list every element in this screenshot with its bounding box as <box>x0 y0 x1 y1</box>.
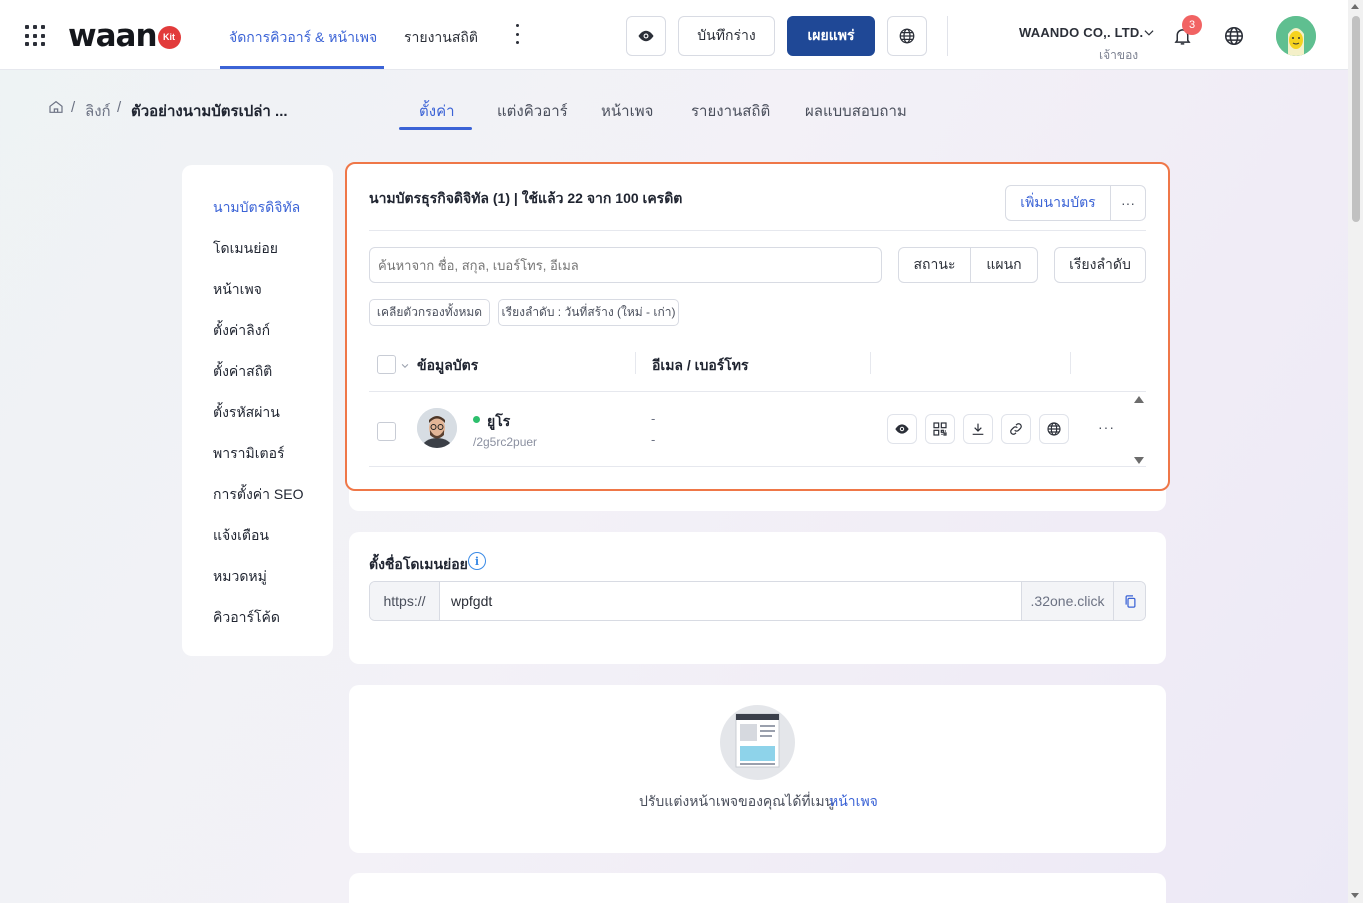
eye-icon <box>638 30 654 42</box>
sidebar-item-stats-settings[interactable]: ตั้งค่าสถิติ <box>213 361 272 383</box>
download-icon <box>972 423 984 435</box>
row-checkbox[interactable] <box>377 422 396 441</box>
column-separator <box>635 352 636 374</box>
home-icon[interactable] <box>48 99 64 115</box>
logo-badge: Kit <box>157 25 181 49</box>
info-icon[interactable]: i <box>468 552 486 570</box>
sort-info-chip[interactable]: เรียงลำดับ : วันที่สร้าง (ใหม่ - เก่า) <box>498 299 679 326</box>
card-phone: - <box>651 432 656 447</box>
subdomain-field: https:// wpfgdt .32one.click <box>369 581 1146 621</box>
nav-active-indicator <box>220 66 384 69</box>
breadcrumb-current: ตัวอย่างนามบัตรเปล่า ... <box>131 103 288 120</box>
qr-code-icon <box>933 422 947 436</box>
column-separator <box>1070 352 1071 374</box>
page-menu-link[interactable]: หน้าเพจ <box>829 791 878 813</box>
globe-icon[interactable] <box>1223 25 1245 47</box>
breadcrumb-separator: / <box>71 99 76 116</box>
preview-button[interactable] <box>626 16 666 56</box>
card-name[interactable]: ยูโร <box>487 411 510 433</box>
row-divider <box>369 466 1146 467</box>
language-button[interactable] <box>887 16 927 56</box>
subdomain-input[interactable]: wpfgdt <box>451 593 492 609</box>
scroll-up-arrow-icon[interactable] <box>1351 4 1359 9</box>
table-header-divider <box>369 391 1146 392</box>
column-header-card-info: ข้อมูลบัตร <box>417 357 479 373</box>
tab-survey[interactable]: ผลแบบสอบถาม <box>805 99 907 123</box>
save-draft-button[interactable]: บันทึกร่าง <box>678 16 775 56</box>
sidebar-item-page[interactable]: หน้าเพจ <box>213 279 262 301</box>
scroll-down-arrow-icon[interactable] <box>1351 893 1359 898</box>
publish-button[interactable]: เผยแพร่ <box>787 16 875 56</box>
nav-manage-qr[interactable]: จัดการคิวอาร์ & หน้าเพจ <box>229 27 377 49</box>
column-separator <box>870 352 871 374</box>
add-card-button[interactable]: เพิ่มนามบัตร <box>1005 185 1111 221</box>
sort-button[interactable]: เรียงลำดับ <box>1054 247 1146 283</box>
clear-filters-chip[interactable]: เคลียตัวกรองทั้งหมด <box>369 299 490 326</box>
row-more-button[interactable]: ··· <box>1098 419 1115 435</box>
url-prefix: https:// <box>370 582 440 620</box>
tab-settings[interactable]: ตั้งค่า <box>419 99 455 123</box>
nav-stats[interactable]: รายงานสถิติ <box>404 27 478 49</box>
chevron-down-icon[interactable] <box>400 361 410 371</box>
general-info-card <box>349 873 1166 903</box>
filter-department-button[interactable]: แผนก <box>970 247 1038 283</box>
sidebar-item-parameters[interactable]: พารามิเตอร์ <box>213 443 285 465</box>
globe-icon <box>1047 422 1061 436</box>
online-status-dot <box>473 416 480 423</box>
column-header-contact: อีเมล / เบอร์โทร <box>652 357 749 373</box>
subdomain-title: ตั้งชื่อโดเมนย่อย <box>369 556 468 572</box>
breadcrumb-separator: / <box>117 99 122 116</box>
download-button[interactable] <box>963 414 993 444</box>
copy-icon <box>1125 594 1135 608</box>
logo-text: waan <box>68 18 158 54</box>
digital-cards-title: นามบัตรธุรกิจดิจิทัล (1) | ใช้แล้ว 22 จา… <box>369 190 683 206</box>
user-avatar[interactable] <box>1276 16 1316 56</box>
sidebar-item-seo[interactable]: การตั้งค่า SEO <box>213 484 303 506</box>
settings-side-menu: นามบัตรดิจิทัล โดเมนย่อย หน้าเพจ ตั้งค่า… <box>182 165 333 656</box>
sidebar-item-subdomain[interactable]: โดเมนย่อย <box>213 238 278 260</box>
more-vertical-icon[interactable] <box>516 24 520 44</box>
table-scroll-down-icon[interactable] <box>1134 457 1144 464</box>
eye-icon <box>895 424 909 434</box>
sidebar-item-link-settings[interactable]: ตั้งค่าลิงก์ <box>213 320 270 342</box>
sidebar-item-categories[interactable]: หมวดหมู่ <box>213 566 267 588</box>
search-input[interactable] <box>369 247 882 283</box>
card-email: - <box>651 411 656 426</box>
sidebar-item-digital-card[interactable]: นามบัตรดิจิทัล <box>213 197 300 219</box>
tab-stats[interactable]: รายงานสถิติ <box>691 99 770 123</box>
top-bar: waan Kit จัดการคิวอาร์ & หน้าเพจ รายงานส… <box>0 0 1348 70</box>
open-web-button[interactable] <box>1039 414 1069 444</box>
copy-url-button[interactable] <box>1113 582 1145 620</box>
page-scrollbar-thumb[interactable] <box>1352 16 1360 222</box>
select-all-checkbox[interactable] <box>377 355 396 374</box>
breadcrumb-link[interactable]: ลิงก์ <box>85 99 111 123</box>
card-avatar <box>417 408 457 448</box>
view-card-button[interactable] <box>887 414 917 444</box>
globe-icon <box>899 28 915 44</box>
cards-more-button[interactable]: ··· <box>1110 185 1146 221</box>
tab-customize-qr[interactable]: แต่งคิวอาร์ <box>497 99 568 123</box>
table-scroll-up-icon[interactable] <box>1134 396 1144 403</box>
user-role: เจ้าของ <box>1099 48 1139 62</box>
notification-badge: 3 <box>1182 15 1202 35</box>
topbar-divider <box>947 16 948 56</box>
card-slug: /2g5rc2puer <box>473 435 538 449</box>
tab-active-indicator <box>399 127 472 130</box>
qr-code-button[interactable] <box>925 414 955 444</box>
company-name[interactable]: WAANDO CO,. LTD. <box>1019 25 1143 40</box>
section-divider <box>369 230 1146 231</box>
page-illustration-icon <box>720 705 795 780</box>
copy-link-button[interactable] <box>1001 414 1031 444</box>
logo[interactable]: waan Kit <box>68 18 181 54</box>
apps-grid-icon[interactable] <box>25 25 47 47</box>
link-icon <box>1010 423 1022 435</box>
sidebar-item-notifications[interactable]: แจ้งเตือน <box>213 525 269 547</box>
page-hint-text: ปรับแต่งหน้าเพจของคุณได้ที่เมนู <box>639 793 835 809</box>
url-suffix: .32one.click <box>1021 582 1113 620</box>
tab-page[interactable]: หน้าเพจ <box>601 99 653 123</box>
sidebar-item-password[interactable]: ตั้งรหัสผ่าน <box>213 402 280 424</box>
chevron-down-icon[interactable] <box>1142 26 1156 40</box>
sidebar-item-qr-code[interactable]: คิวอาร์โค้ด <box>213 607 280 629</box>
filter-status-button[interactable]: สถานะ <box>898 247 971 283</box>
